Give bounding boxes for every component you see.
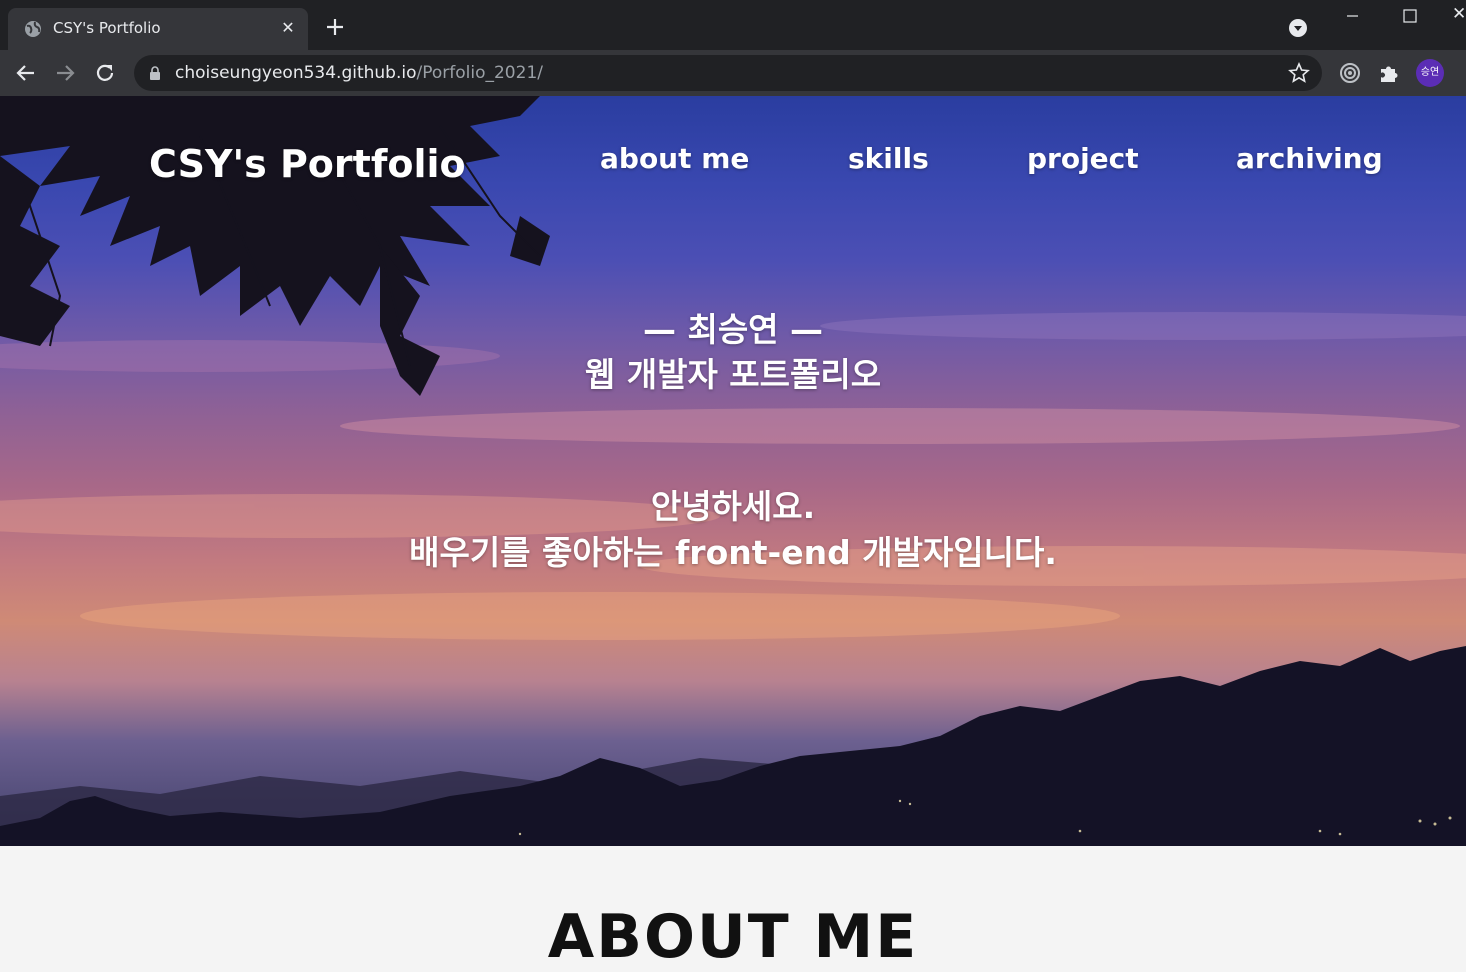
hero-section: CSY's Portfolio about me skills project … — [0, 96, 1466, 846]
hero-greeting: 안녕하세요. — [650, 487, 816, 526]
extensions-puzzle-icon[interactable] — [1377, 61, 1401, 85]
back-icon[interactable] — [13, 60, 39, 86]
url-path: /Porfolio_2021/ — [416, 63, 544, 83]
hero-name: — 최승연 — — [642, 310, 824, 349]
url-host: choiseungyeon534.github.io — [175, 63, 417, 83]
tab-search-icon[interactable] — [1288, 18, 1308, 38]
reload-icon[interactable] — [92, 60, 118, 86]
nav-about-me[interactable]: about me — [600, 142, 749, 175]
tab-title: CSY's Portfolio — [53, 19, 161, 37]
nav-archiving[interactable]: archiving — [1236, 142, 1383, 175]
forward-icon[interactable] — [52, 60, 78, 86]
hero-intro: 배우기를 좋아하는 front-end 개발자입니다. — [409, 533, 1057, 572]
browser-toolbar: choiseungyeon534.github.io/Porfolio_2021… — [0, 50, 1466, 96]
bookmark-star-icon[interactable] — [1288, 62, 1310, 84]
nav-project[interactable]: project — [1027, 142, 1139, 175]
close-tab-icon[interactable]: ✕ — [278, 18, 298, 38]
profile-avatar[interactable]: 승연 — [1416, 59, 1444, 87]
browser-tab-bar: CSY's Portfolio ✕ ✕ — [0, 0, 1466, 50]
window-close-icon[interactable]: ✕ — [1452, 4, 1466, 24]
sunset-background-image — [0, 96, 1466, 846]
browser-tab[interactable]: CSY's Portfolio ✕ — [8, 8, 308, 50]
hero-subtitle: 웹 개발자 포트폴리오 — [584, 355, 882, 394]
about-title: ABOUT ME — [547, 902, 919, 972]
globe-icon — [25, 21, 41, 37]
site-logo[interactable]: CSY's Portfolio — [149, 142, 466, 186]
address-bar[interactable]: choiseungyeon534.github.io/Porfolio_2021… — [134, 55, 1322, 91]
extension-target-icon[interactable] — [1338, 61, 1362, 85]
minimize-icon[interactable] — [1342, 6, 1362, 26]
lock-icon[interactable] — [148, 65, 162, 81]
nav-skills[interactable]: skills — [848, 142, 929, 175]
url-text: choiseungyeon534.github.io/Porfolio_2021… — [175, 63, 543, 83]
maximize-icon[interactable] — [1400, 6, 1420, 26]
about-section: ABOUT ME — [0, 846, 1466, 972]
new-tab-icon[interactable] — [322, 14, 348, 40]
